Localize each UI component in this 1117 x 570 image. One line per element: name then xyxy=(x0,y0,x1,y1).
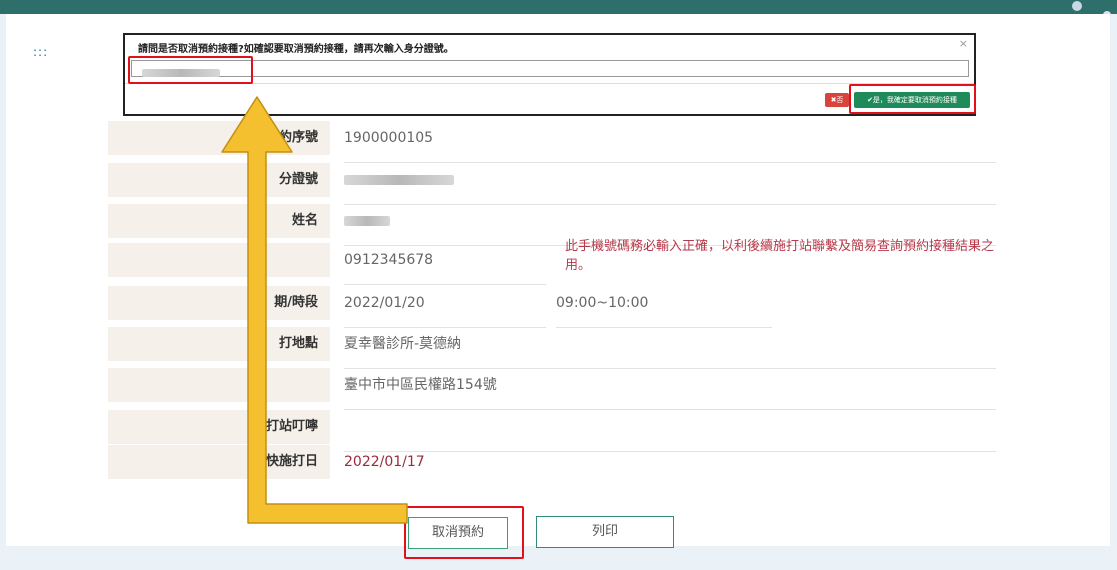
guide-arrow xyxy=(221,96,408,524)
